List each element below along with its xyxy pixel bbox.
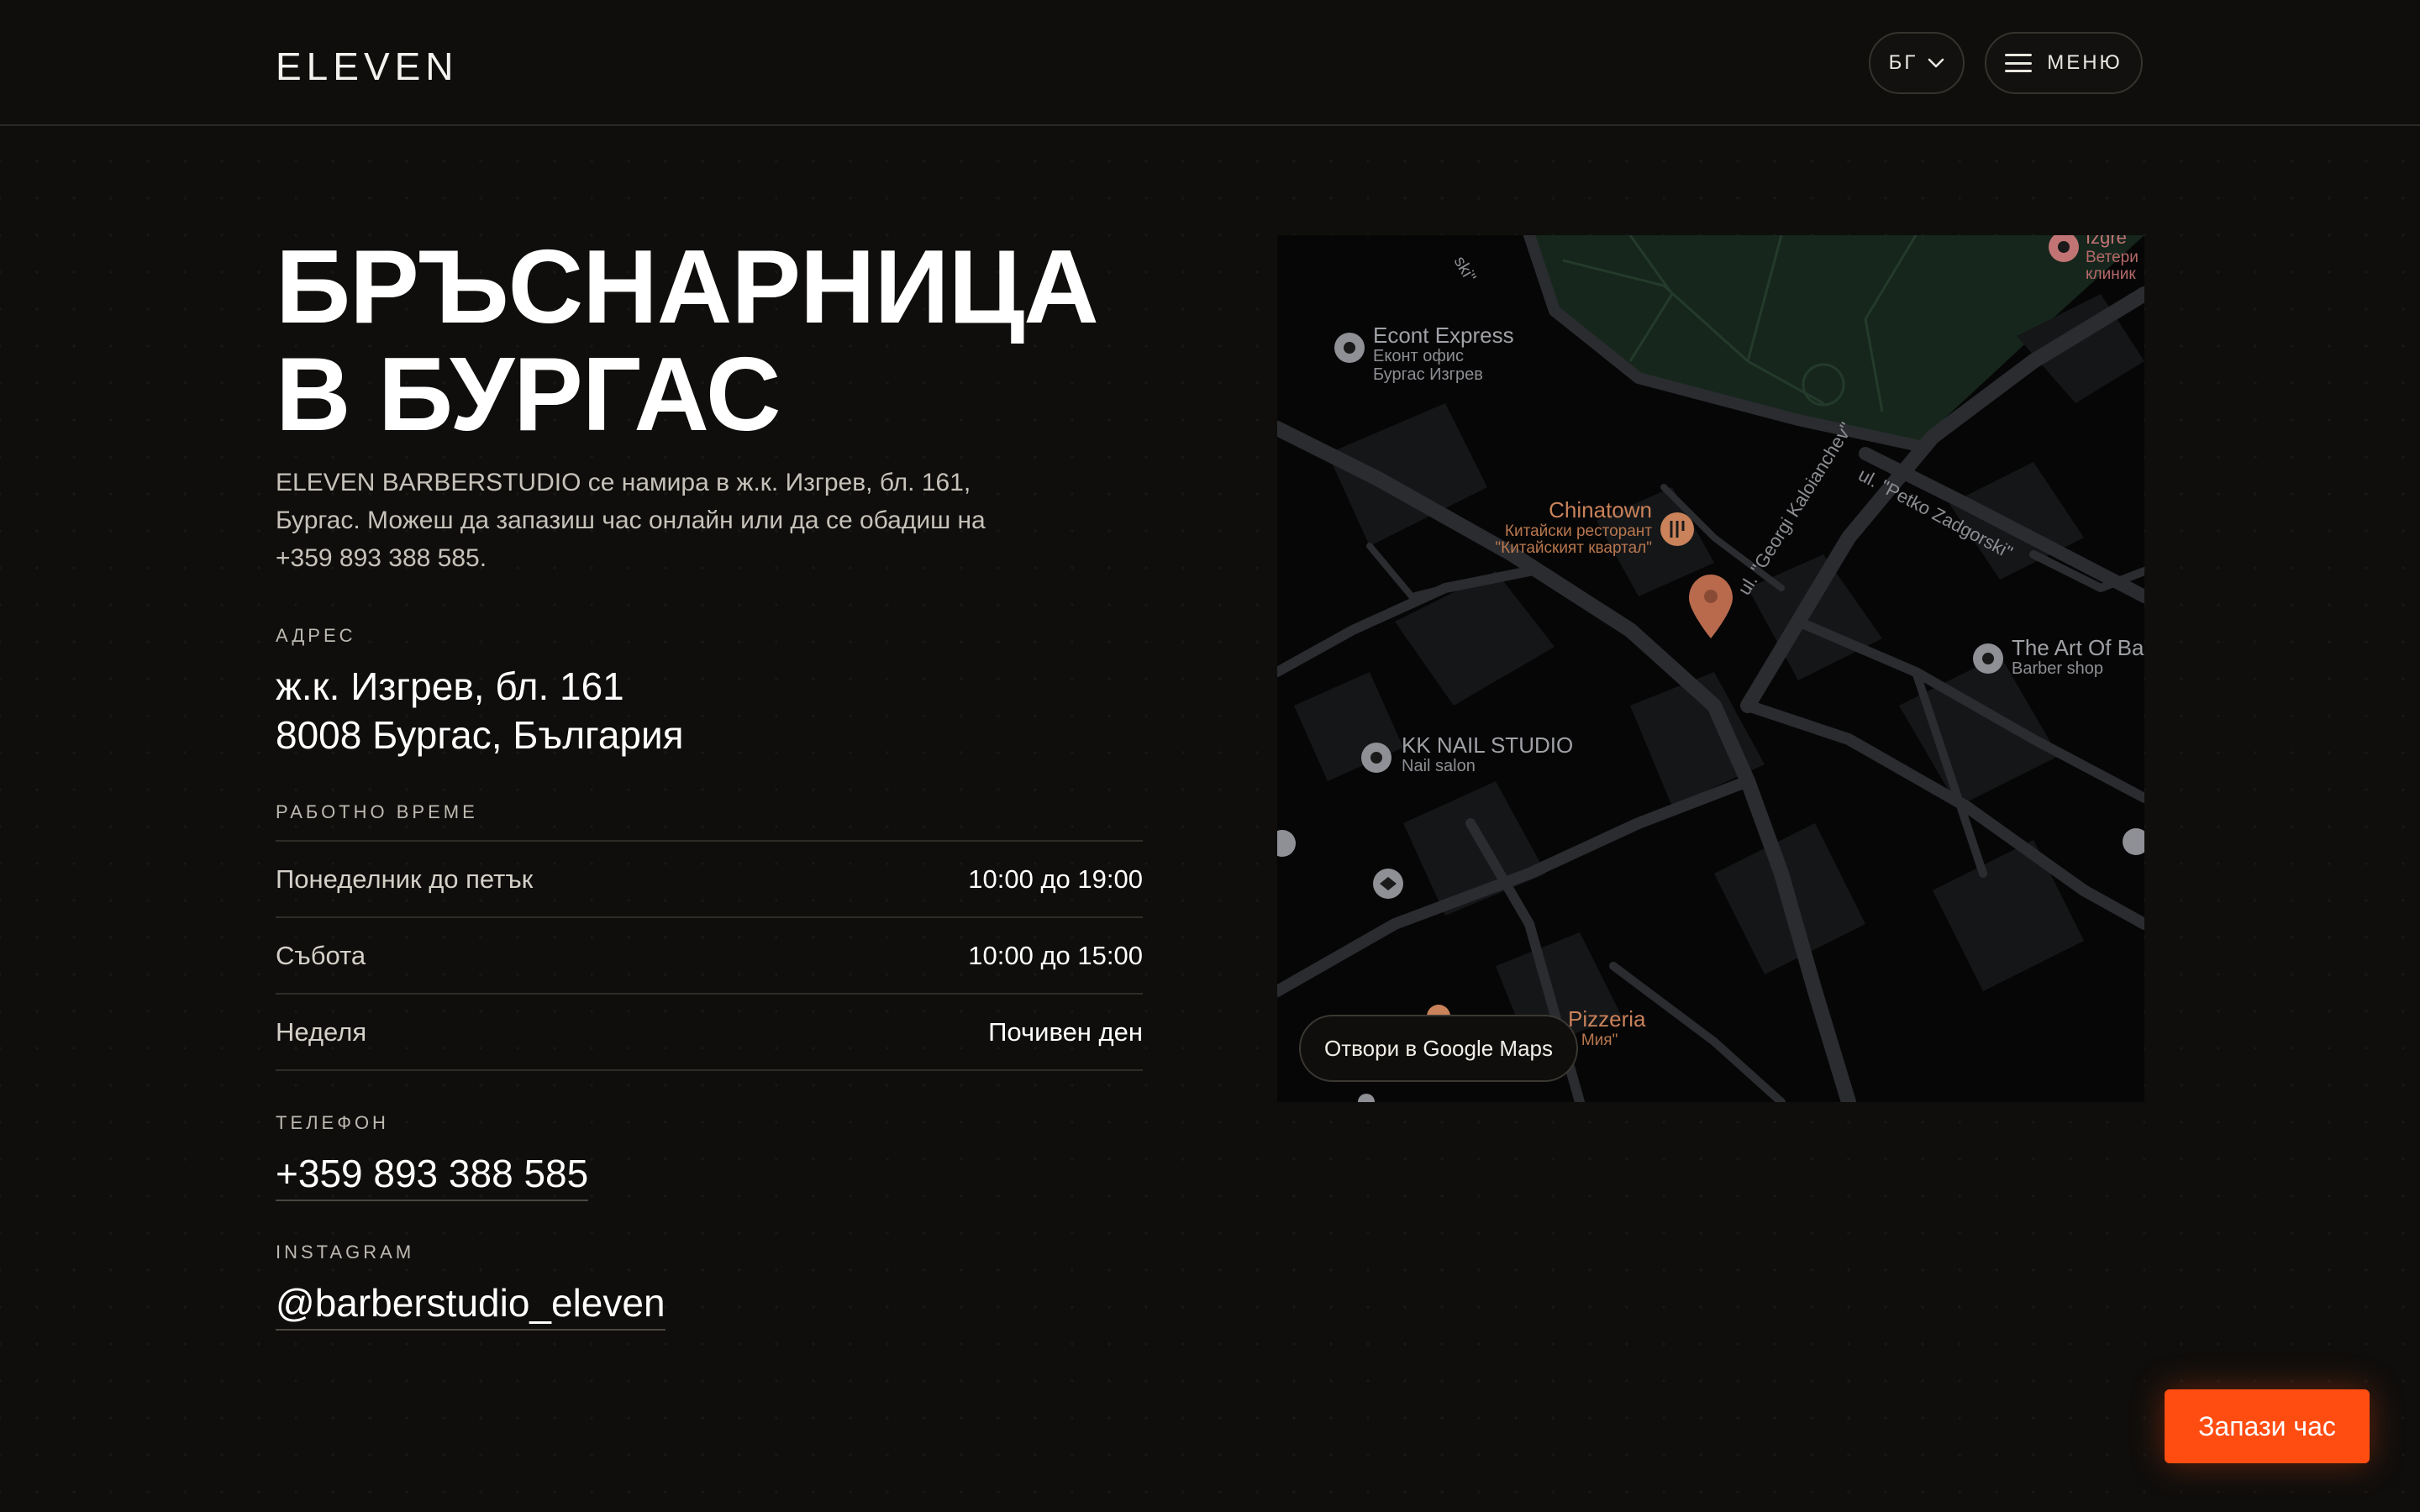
svg-text:The Art Of Ba: The Art Of Ba <box>2012 635 2144 660</box>
svg-text:Chinatown: Chinatown <box>1549 497 1652 522</box>
hours-day: Неделя <box>276 1016 367 1047</box>
open-google-maps-button[interactable]: Отвори в Google Maps <box>1299 1015 1578 1082</box>
hamburger-icon <box>2005 54 2033 72</box>
instagram-link[interactable]: @barberstudio_eleven <box>276 1280 666 1331</box>
page: ELEVEN БГ МЕНЮ БРЪСНАРНИЦА В БУРГАС ELEV… <box>0 0 2420 1512</box>
hours-time: 10:00 до 15:00 <box>968 940 1143 970</box>
hours-row: Понеделник до петък 10:00 до 19:00 <box>276 842 1143 918</box>
svg-text:Бургас Изгрев: Бургас Изгрев <box>1373 365 1483 384</box>
hours-day: Събота <box>276 940 366 970</box>
page-title: БРЪСНАРНИЦА В БУРГАС <box>276 229 1099 453</box>
map-canvas[interactable]: Econt Express Еконт офис Бургас Изгрев C… <box>1277 235 2144 1102</box>
map-embed[interactable]: Econt Express Еконт офис Бургас Изгрев C… <box>1277 235 2144 1102</box>
page-title-line1: БРЪСНАРНИЦА <box>276 229 1099 345</box>
language-label: БГ <box>1888 51 1918 74</box>
hours-time: 10:00 до 19:00 <box>968 864 1143 894</box>
menu-button[interactable]: МЕНЮ <box>1985 32 2143 94</box>
svg-text:Barber shop: Barber shop <box>2012 659 2103 678</box>
hours-day: Понеделник до петък <box>276 864 534 894</box>
address-line2: 8008 Бургас, България <box>276 713 684 757</box>
address-line1: ж.к. Изгрев, бл. 161 <box>276 664 624 708</box>
book-appointment-button[interactable]: Запази час <box>2165 1389 2370 1463</box>
intro-text: ELEVEN BARBERSTUDIO се намира в ж.к. Изг… <box>276 469 986 572</box>
svg-text:Econt Express: Econt Express <box>1373 323 1514 348</box>
hours-table: Понеделник до петък 10:00 до 19:00 Събот… <box>276 840 1143 1071</box>
svg-text:Izgre: Izgre <box>2086 235 2127 248</box>
hours-label: РАБОТНО ВРЕМЕ <box>276 801 478 822</box>
chevron-down-icon <box>1928 58 1944 68</box>
phone-label: ТЕЛЕФОН <box>276 1112 389 1133</box>
site-header: ELEVEN БГ МЕНЮ <box>0 0 2420 126</box>
instagram-label: INSTAGRAM <box>276 1242 415 1263</box>
language-switcher[interactable]: БГ <box>1869 32 1965 94</box>
svg-text:KK NAIL STUDIO: KK NAIL STUDIO <box>1402 732 1573 758</box>
svg-text:"Китайският квартал": "Китайският квартал" <box>1495 539 1652 557</box>
svg-text:Китайски ресторант: Китайски ресторант <box>1505 522 1652 540</box>
phone-link[interactable]: +359 893 388 585 <box>276 1151 589 1201</box>
svg-text:клиник: клиник <box>2086 265 2136 283</box>
logo[interactable]: ELEVEN <box>276 44 459 89</box>
menu-label: МЕНЮ <box>2047 51 2123 74</box>
hours-row: Събота 10:00 до 15:00 <box>276 918 1143 995</box>
svg-text:Ветери: Ветери <box>2086 249 2139 266</box>
svg-text:Еконт офис: Еконт офис <box>1373 347 1464 365</box>
address-label: АДРЕС <box>276 625 356 646</box>
svg-text:Nail salon: Nail salon <box>1402 757 1476 775</box>
address-value: ж.к. Изгрев, бл. 161 8008 Бургас, Българ… <box>276 662 684 759</box>
hours-row: Неделя Почивен ден <box>276 995 1143 1071</box>
page-title-line2: В БУРГАС <box>276 337 781 453</box>
hours-time: Почивен ден <box>988 1016 1143 1047</box>
svg-text:Pizzeria: Pizzeria <box>1568 1006 1646 1032</box>
